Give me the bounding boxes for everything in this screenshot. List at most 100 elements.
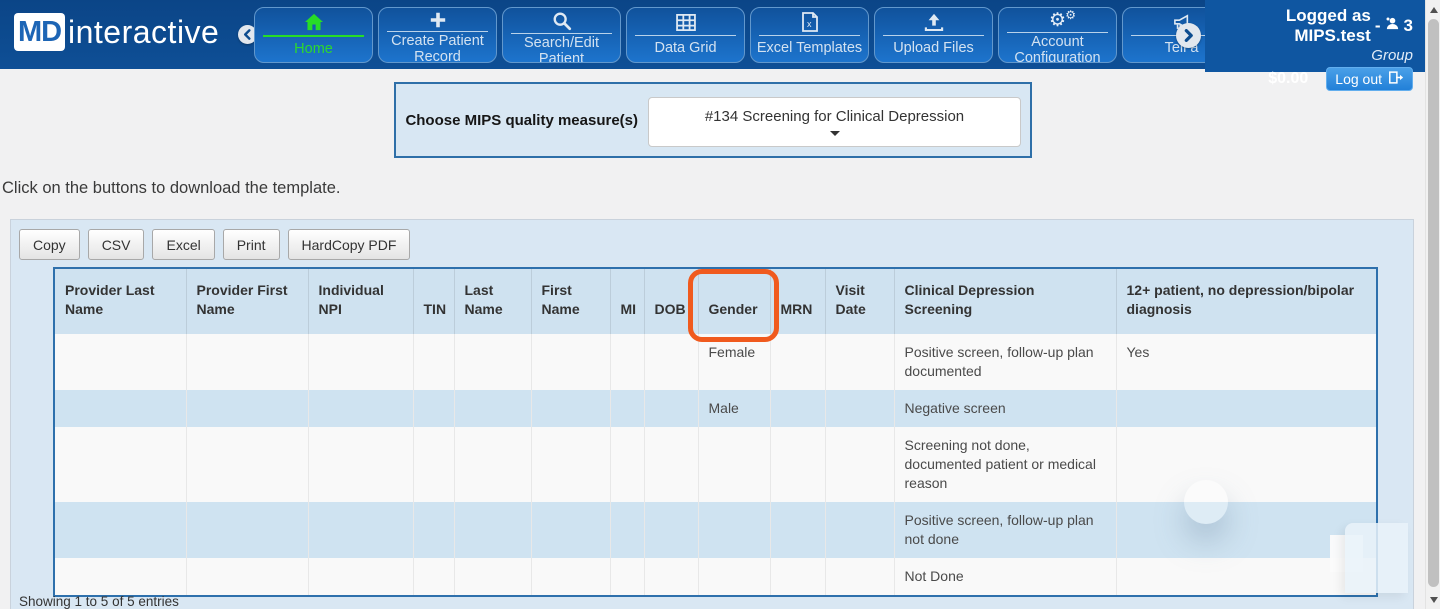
cell-r2-c1 bbox=[186, 427, 308, 502]
logo-interactive-text: interactive bbox=[68, 14, 219, 51]
logged-as-separator: - bbox=[1375, 16, 1381, 36]
home-icon bbox=[255, 8, 372, 33]
chevron-down-icon bbox=[830, 131, 840, 136]
scrollbar-up-icon[interactable] bbox=[1426, 2, 1440, 17]
cell-r2-c3 bbox=[413, 427, 454, 502]
cell-r3-c9 bbox=[770, 502, 825, 558]
cell-r4-c8 bbox=[698, 558, 770, 595]
cell-r4-c1 bbox=[186, 558, 308, 595]
table-row-2: Screening not done, documented patient o… bbox=[55, 427, 1376, 502]
cell-r0-c11: Positive screen, follow-up plan document… bbox=[894, 334, 1116, 390]
plus-icon bbox=[379, 8, 496, 29]
cell-r0-c5 bbox=[531, 334, 610, 390]
cell-r1-c11: Negative screen bbox=[894, 390, 1116, 427]
logo-md-text: MD bbox=[18, 16, 61, 49]
cell-r0-c8: Female bbox=[698, 334, 770, 390]
expand-right-icon[interactable] bbox=[1176, 23, 1201, 48]
nav-data-grid-label: Data Grid bbox=[627, 36, 744, 62]
svg-text:x: x bbox=[807, 19, 812, 29]
cell-r0-c4 bbox=[454, 334, 531, 390]
scrollbar-thumb[interactable] bbox=[1428, 19, 1439, 587]
group-user-icon bbox=[1385, 16, 1400, 36]
nav-create-patient-label: Create Patient Record bbox=[379, 32, 496, 63]
cell-r4-c2 bbox=[308, 558, 413, 595]
cell-r2-c8 bbox=[698, 427, 770, 502]
column-header-5[interactable]: First Name bbox=[531, 269, 610, 334]
nav-excel-templates-button[interactable]: x Excel Templates bbox=[750, 7, 869, 63]
excel-button[interactable]: Excel bbox=[152, 229, 214, 260]
instruction-text: Click on the buttons to download the tem… bbox=[2, 179, 340, 198]
export-toolbar: Copy CSV Excel Print HardCopy PDF bbox=[19, 229, 410, 260]
measure-label: Choose MIPS quality measure(s) bbox=[396, 84, 638, 156]
nav-home-button[interactable]: Home bbox=[254, 7, 373, 63]
cell-r0-c6 bbox=[610, 334, 644, 390]
cell-r2-c11: Screening not done, documented patient o… bbox=[894, 427, 1116, 502]
csv-button[interactable]: CSV bbox=[88, 229, 145, 260]
column-header-10[interactable]: Visit Date bbox=[825, 269, 894, 334]
nav-upload-files-button[interactable]: Upload Files bbox=[874, 7, 993, 63]
cell-r1-c5 bbox=[531, 390, 610, 427]
page-scrollbar[interactable] bbox=[1425, 0, 1440, 609]
cell-r3-c8 bbox=[698, 502, 770, 558]
nav-upload-files-label: Upload Files bbox=[875, 36, 992, 62]
cell-r1-c10 bbox=[825, 390, 894, 427]
measure-dropdown[interactable]: #134 Screening for Clinical Depression bbox=[648, 97, 1021, 147]
column-header-9[interactable]: MRN bbox=[770, 269, 825, 334]
nav-search-edit-button[interactable]: Search/Edit Patient bbox=[502, 7, 621, 63]
cell-r1-c1 bbox=[186, 390, 308, 427]
column-header-11[interactable]: Clinical Depression Screening bbox=[894, 269, 1116, 334]
grid-container: Copy CSV Excel Print HardCopy PDF Provid… bbox=[10, 219, 1414, 609]
overlay-artifact-circle bbox=[1184, 480, 1228, 524]
column-header-7[interactable]: DOB bbox=[644, 269, 698, 334]
cell-r4-c4 bbox=[454, 558, 531, 595]
cell-r1-c4 bbox=[454, 390, 531, 427]
scrollbar-down-icon[interactable] bbox=[1426, 592, 1440, 607]
cell-r4-c7 bbox=[644, 558, 698, 595]
user-panel: Logged as MIPS.test - 3 Group $0.00 Log … bbox=[1205, 0, 1425, 72]
cell-r3-c11: Positive screen, follow-up plan not done bbox=[894, 502, 1116, 558]
cell-r3-c7 bbox=[644, 502, 698, 558]
cell-r3-c0 bbox=[55, 502, 186, 558]
column-header-0[interactable]: Provider Last Name bbox=[55, 269, 186, 334]
table-row-3: Positive screen, follow-up plan not done bbox=[55, 502, 1376, 558]
cell-r3-c10 bbox=[825, 502, 894, 558]
measure-panel: Choose MIPS quality measure(s) #134 Scre… bbox=[394, 82, 1032, 158]
column-header-8[interactable]: Gender bbox=[698, 269, 770, 334]
logout-button[interactable]: Log out bbox=[1326, 67, 1413, 91]
nav-home-label: Home bbox=[255, 37, 372, 62]
column-header-6[interactable]: MI bbox=[610, 269, 644, 334]
nav-button-row: Home Create Patient Record Search/Edit P… bbox=[254, 7, 1241, 63]
cell-r0-c12: Yes bbox=[1116, 334, 1376, 390]
logout-label: Log out bbox=[1335, 71, 1382, 87]
data-table-wrap: Provider Last NameProvider First NameInd… bbox=[53, 267, 1378, 597]
cell-r0-c1 bbox=[186, 334, 308, 390]
logged-as-text: Logged as MIPS.test bbox=[1205, 6, 1371, 46]
cell-r1-c9 bbox=[770, 390, 825, 427]
hardcopy-pdf-button[interactable]: HardCopy PDF bbox=[288, 229, 411, 260]
cell-r2-c6 bbox=[610, 427, 644, 502]
cell-r3-c2 bbox=[308, 502, 413, 558]
cell-r3-c4 bbox=[454, 502, 531, 558]
cell-r2-c4 bbox=[454, 427, 531, 502]
column-header-4[interactable]: Last Name bbox=[454, 269, 531, 334]
column-header-2[interactable]: Individual NPI bbox=[308, 269, 413, 334]
logout-door-icon bbox=[1388, 70, 1404, 88]
column-header-3[interactable]: TIN bbox=[413, 269, 454, 334]
cell-r4-c9 bbox=[770, 558, 825, 595]
app-logo[interactable]: MD bbox=[14, 13, 65, 51]
cell-r2-c10 bbox=[825, 427, 894, 502]
cell-r1-c3 bbox=[413, 390, 454, 427]
group-count: 3 bbox=[1404, 16, 1413, 36]
column-header-12[interactable]: 12+ patient, no depression/bipolar diagn… bbox=[1116, 269, 1376, 334]
copy-button[interactable]: Copy bbox=[19, 229, 80, 260]
nav-data-grid-button[interactable]: Data Grid bbox=[626, 7, 745, 63]
cell-r2-c7 bbox=[644, 427, 698, 502]
nav-create-patient-button[interactable]: Create Patient Record bbox=[378, 7, 497, 63]
cell-r3-c1 bbox=[186, 502, 308, 558]
print-button[interactable]: Print bbox=[223, 229, 280, 260]
cell-r1-c0 bbox=[55, 390, 186, 427]
cell-r3-c5 bbox=[531, 502, 610, 558]
nav-search-edit-label: Search/Edit Patient bbox=[503, 34, 620, 63]
nav-account-configuration-button[interactable]: ⚙⚙ Account Configuration bbox=[998, 7, 1117, 63]
column-header-1[interactable]: Provider First Name bbox=[186, 269, 308, 334]
